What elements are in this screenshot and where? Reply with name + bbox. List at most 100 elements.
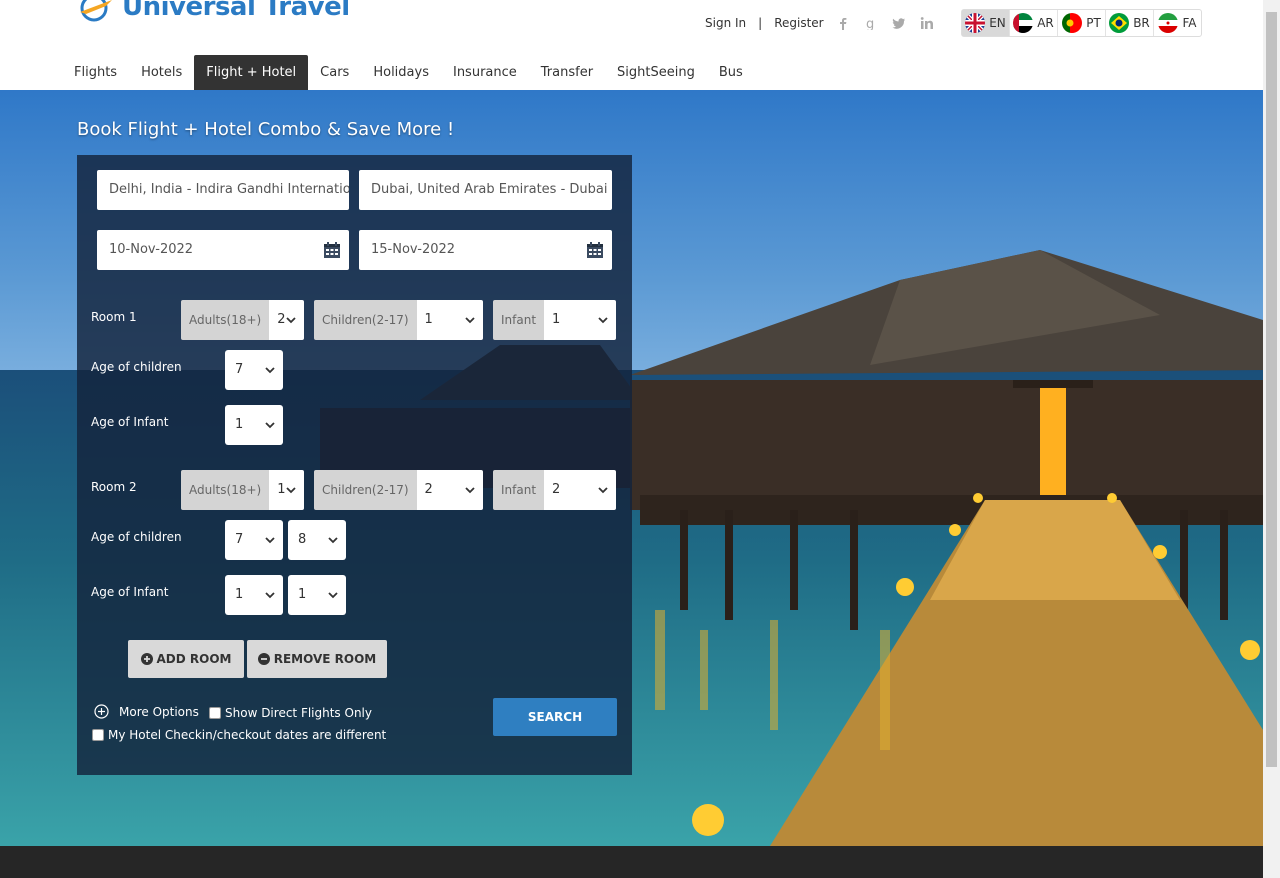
children-select[interactable]: Children(2-17) 1 <box>314 300 483 340</box>
lang-code: PT <box>1086 16 1101 30</box>
brand-name: Universal Travel <box>122 0 350 22</box>
chevron-down-icon <box>328 592 338 599</box>
infant-value[interactable]: 2 <box>544 470 616 510</box>
children-select[interactable]: Children(2-17) 2 <box>314 470 483 510</box>
age-infant-label: Age of Infant <box>91 415 169 429</box>
infant-age-select[interactable]: 1 <box>225 575 283 615</box>
hero-title: Book Flight + Hotel Combo & Save More ! <box>77 119 455 140</box>
iran-flag-icon <box>1158 13 1179 33</box>
register-link[interactable]: Register <box>774 16 823 30</box>
age-children-label: Age of children <box>91 530 182 544</box>
depart-date-value: 10-Nov-2022 <box>109 242 194 257</box>
main-nav: Flights Hotels Flight + Hotel Cars Holid… <box>62 55 755 90</box>
infant-select[interactable]: Infant 1 <box>493 300 616 340</box>
tab-flight-hotel[interactable]: Flight + Hotel <box>194 55 309 90</box>
lang-br[interactable]: BR <box>1106 10 1154 36</box>
plus-circle-outline-icon <box>94 704 109 719</box>
social-links: g <box>836 16 934 30</box>
lang-ar[interactable]: AR <box>1010 10 1058 36</box>
logo[interactable]: Universal Travel <box>76 0 350 24</box>
children-value[interactable]: 2 <box>416 470 483 510</box>
child-age-select[interactable]: 8 <box>288 520 346 560</box>
svg-text:g: g <box>866 17 874 30</box>
tab-cars[interactable]: Cars <box>308 55 361 90</box>
adults-select[interactable]: Adults(18+) 2 <box>181 300 304 340</box>
uae-flag-icon <box>1013 13 1034 33</box>
infant-age-select[interactable]: 1 <box>225 405 283 445</box>
depart-date-input[interactable]: 10-Nov-2022 <box>97 230 349 270</box>
scrollbar-thumb[interactable] <box>1266 12 1277 767</box>
lang-code: BR <box>1133 16 1150 30</box>
auth-separator: | <box>758 16 763 30</box>
infant-label: Infant <box>493 470 545 510</box>
age-infant-label: Age of Infant <box>91 585 169 599</box>
tab-flights[interactable]: Flights <box>62 55 129 90</box>
language-switcher: EN AR PT BR FA <box>961 9 1202 37</box>
hero-banner: Book Flight + Hotel Combo & Save More ! … <box>0 90 1263 846</box>
infant-select[interactable]: Infant 2 <box>493 470 616 510</box>
infant-age-select[interactable]: 1 <box>288 575 346 615</box>
signin-link[interactable]: Sign In <box>705 16 746 30</box>
return-date-value: 15-Nov-2022 <box>371 242 456 257</box>
lang-en[interactable]: EN <box>962 10 1010 36</box>
direct-flights-option[interactable]: Show Direct Flights Only <box>209 706 372 720</box>
chevron-down-icon <box>465 317 475 324</box>
room-label: Room 2 <box>91 480 137 494</box>
child-age-select[interactable]: 7 <box>225 520 283 560</box>
lang-code: EN <box>989 16 1006 30</box>
minus-circle-icon <box>257 653 270 665</box>
tab-bus[interactable]: Bus <box>707 55 755 90</box>
adults-value[interactable]: 1 <box>269 470 304 510</box>
chevron-down-icon <box>286 317 296 324</box>
from-input[interactable]: Delhi, India - Indira Gandhi Internation… <box>97 170 349 210</box>
tab-transfer[interactable]: Transfer <box>529 55 605 90</box>
tab-insurance[interactable]: Insurance <box>441 55 529 90</box>
infant-value[interactable]: 1 <box>544 300 616 340</box>
chevron-down-icon <box>265 537 275 544</box>
chevron-down-icon <box>286 487 296 494</box>
adults-label: Adults(18+) <box>181 470 270 510</box>
page-scrollbar[interactable] <box>1263 0 1280 878</box>
chevron-down-icon <box>598 317 608 324</box>
adults-value[interactable]: 2 <box>269 300 304 340</box>
infant-label: Infant <box>493 300 545 340</box>
chevron-down-icon <box>265 367 275 374</box>
remove-room-button[interactable]: REMOVE ROOM <box>247 640 387 678</box>
lang-code: AR <box>1037 16 1054 30</box>
calendar-icon[interactable] <box>323 241 341 259</box>
twitter-icon[interactable] <box>892 16 906 30</box>
plane-logo-icon <box>76 0 116 22</box>
hotel-dates-checkbox[interactable] <box>92 729 104 741</box>
to-input[interactable]: Dubai, United Arab Emirates - Dubai (DXB… <box>359 170 612 210</box>
tab-holidays[interactable]: Holidays <box>361 55 441 90</box>
chevron-down-icon <box>598 487 608 494</box>
age-children-label: Age of children <box>91 360 182 374</box>
chevron-down-icon <box>328 537 338 544</box>
linkedin-icon[interactable] <box>920 16 934 30</box>
chevron-down-icon <box>465 487 475 494</box>
children-value[interactable]: 1 <box>416 300 483 340</box>
child-age-select[interactable]: 7 <box>225 350 283 390</box>
add-room-button[interactable]: ADD ROOM <box>128 640 244 678</box>
tab-hotels[interactable]: Hotels <box>129 55 194 90</box>
children-label: Children(2-17) <box>314 470 417 510</box>
footer-bar <box>0 846 1263 878</box>
facebook-icon[interactable] <box>836 16 850 30</box>
more-options-toggle[interactable]: More Options <box>94 704 199 719</box>
adults-select[interactable]: Adults(18+) 1 <box>181 470 304 510</box>
booking-panel: Delhi, India - Indira Gandhi Internation… <box>77 155 632 775</box>
room-label: Room 1 <box>91 310 137 324</box>
lang-pt[interactable]: PT <box>1058 10 1106 36</box>
auth-links: Sign In | Register <box>705 16 824 30</box>
search-button[interactable]: SEARCH <box>493 698 617 736</box>
calendar-icon[interactable] <box>586 241 604 259</box>
tab-sightseeing[interactable]: SightSeeing <box>605 55 707 90</box>
lang-fa[interactable]: FA <box>1154 10 1201 36</box>
children-label: Children(2-17) <box>314 300 417 340</box>
uk-flag-icon <box>965 13 986 33</box>
hotel-dates-option[interactable]: My Hotel Checkin/checkout dates are diff… <box>92 728 386 742</box>
google-icon[interactable]: g <box>864 16 878 30</box>
chevron-down-icon <box>265 592 275 599</box>
direct-flights-checkbox[interactable] <box>209 707 221 719</box>
return-date-input[interactable]: 15-Nov-2022 <box>359 230 612 270</box>
